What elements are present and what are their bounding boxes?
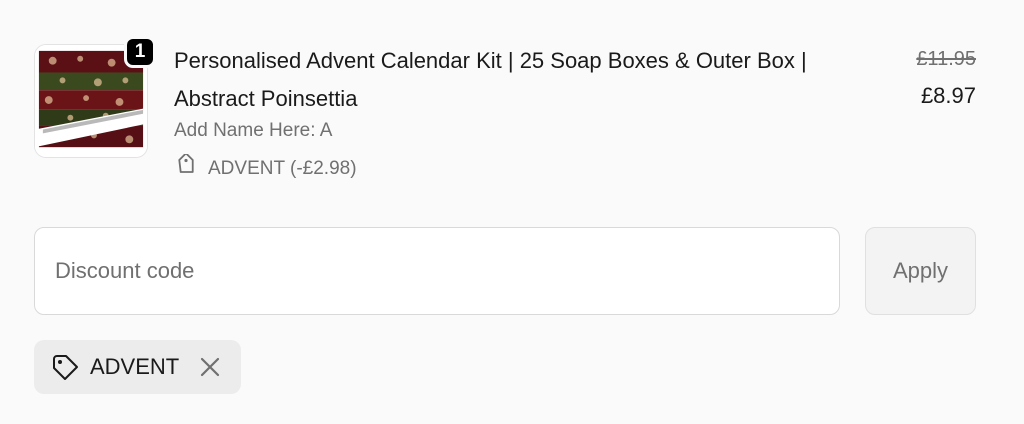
product-variant: Add Name Here: A	[174, 120, 333, 141]
close-icon[interactable]	[195, 352, 225, 382]
tag-icon	[174, 153, 198, 184]
current-price: £8.97	[920, 83, 976, 108]
applied-discount-chip: ADVENT	[34, 340, 242, 394]
tag-icon	[50, 352, 80, 382]
product-title: Personalised Advent Calendar Kit | 25 So…	[174, 42, 884, 118]
line-item-discount: ADVENT (-£2.98)	[174, 153, 357, 184]
product-thumbnail: 1	[34, 36, 156, 158]
original-price: £11.95	[916, 48, 976, 70]
order-summary: 1 Personalised Advent Calendar Kit | 25 …	[0, 0, 1024, 424]
quantity-badge: 1	[124, 36, 156, 68]
product-title-line-2: Abstract Poinsettia	[174, 86, 358, 111]
line-item-discount-label: ADVENT (-£2.98)	[208, 158, 357, 179]
applied-discount-code: ADVENT	[90, 354, 180, 379]
apply-button[interactable]: Apply	[865, 227, 976, 315]
discount-code-input[interactable]	[34, 227, 840, 315]
product-title-line-1: Personalised Advent Calendar Kit | 25 So…	[174, 48, 807, 73]
